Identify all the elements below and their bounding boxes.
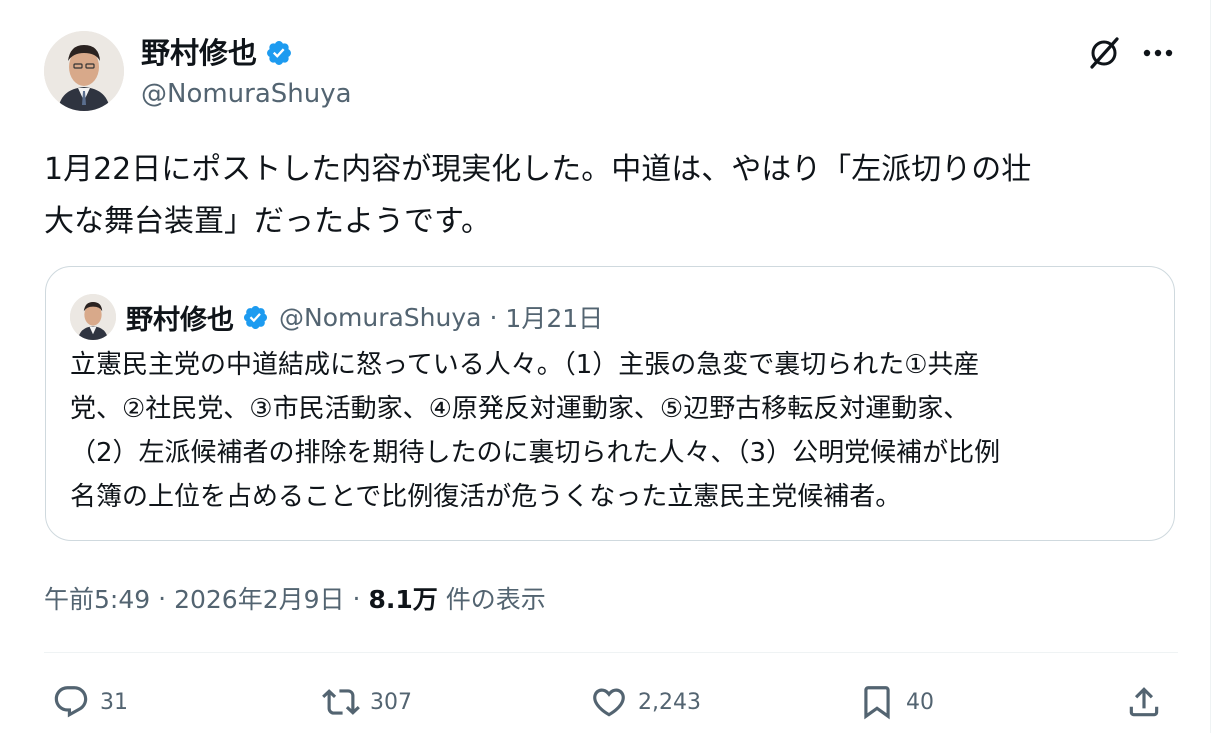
- avatar-portrait: [44, 31, 124, 111]
- reply-button[interactable]: 31: [52, 680, 128, 724]
- more-icon: [1143, 49, 1173, 57]
- bookmark-button[interactable]: 40: [858, 680, 934, 724]
- quoted-text-line: 立憲民主党の中道結成に怒っている人々。（1）主張の急変で裏切られた①共産: [70, 350, 980, 380]
- quoted-post[interactable]: 野村修也 @NomuraShuya · 1月21日 立憲民主党の中道結成に怒って…: [45, 266, 1175, 541]
- quoted-avatar-portrait: [70, 294, 116, 340]
- bookmark-count: 40: [906, 689, 934, 715]
- divider: [44, 652, 1178, 653]
- views-count: 8.1万: [368, 585, 438, 614]
- author-name-text[interactable]: 野村修也: [141, 36, 257, 70]
- author-name[interactable]: 野村修也: [141, 36, 293, 70]
- reply-icon: [54, 686, 88, 718]
- quoted-header: 野村修也 @NomuraShuya · 1月21日: [126, 297, 603, 337]
- bookmark-icon: [864, 686, 890, 720]
- post-time[interactable]: 午前5:49: [44, 580, 150, 616]
- views-label: 件の表示: [445, 585, 546, 614]
- avatar[interactable]: [44, 31, 124, 111]
- quoted-text-line: 名簿の上位を占めることで比例復活が危うくなった立憲民主党候補者。: [70, 482, 902, 512]
- like-count: 2,243: [638, 689, 701, 715]
- like-icon: [593, 688, 625, 717]
- share-icon: [1129, 687, 1159, 717]
- column-border: [1210, 0, 1211, 733]
- post-text-line: 1月22日にポストした内容が現実化した。中道は、やはり「左派切りの壮: [44, 152, 1032, 187]
- author-handle[interactable]: @NomuraShuya: [141, 78, 352, 110]
- quoted-avatar[interactable]: [70, 294, 116, 340]
- repost-icon: [322, 689, 360, 715]
- like-button[interactable]: 2,243: [590, 680, 701, 724]
- meta-separator: ·: [352, 583, 361, 613]
- quoted-date[interactable]: 1月21日: [505, 299, 603, 335]
- quoted-separator: ·: [489, 302, 498, 332]
- verified-badge-icon[interactable]: [265, 39, 293, 67]
- quoted-text: 立憲民主党の中道結成に怒っている人々。（1）主張の急変で裏切られた①共産 党、②…: [70, 343, 1155, 519]
- repost-count: 307: [370, 689, 412, 715]
- grok-button[interactable]: [1083, 32, 1125, 74]
- meta-separator: ·: [158, 583, 167, 613]
- quoted-author-handle[interactable]: @NomuraShuya: [279, 303, 481, 332]
- post-text-line: 大な舞台装置」だったようです。: [44, 204, 491, 239]
- verified-badge-icon: [243, 305, 268, 329]
- reply-count: 31: [100, 689, 128, 715]
- repost-button[interactable]: 307: [322, 680, 412, 724]
- post-date[interactable]: 2026年2月9日: [174, 580, 344, 616]
- more-button[interactable]: [1138, 32, 1178, 74]
- quoted-author-name[interactable]: 野村修也: [126, 298, 234, 337]
- post-text: 1月22日にポストした内容が現実化した。中道は、やはり「左派切りの壮 大な舞台装…: [44, 144, 1174, 248]
- grok-icon: [1090, 37, 1119, 69]
- share-button[interactable]: [1125, 680, 1163, 724]
- quoted-text-line: 党、②社民党、③市民活動家、④原発反対運動家、⑤辺野古移転反対運動家、: [70, 394, 970, 424]
- quoted-text-line: （2）左派候補者の排除を期待したのに裏切られた人々、（3）公明党候補が比例: [70, 438, 1001, 468]
- post-meta: 午前5:49 · 2026年2月9日 · 8.1万 件の表示: [44, 578, 546, 618]
